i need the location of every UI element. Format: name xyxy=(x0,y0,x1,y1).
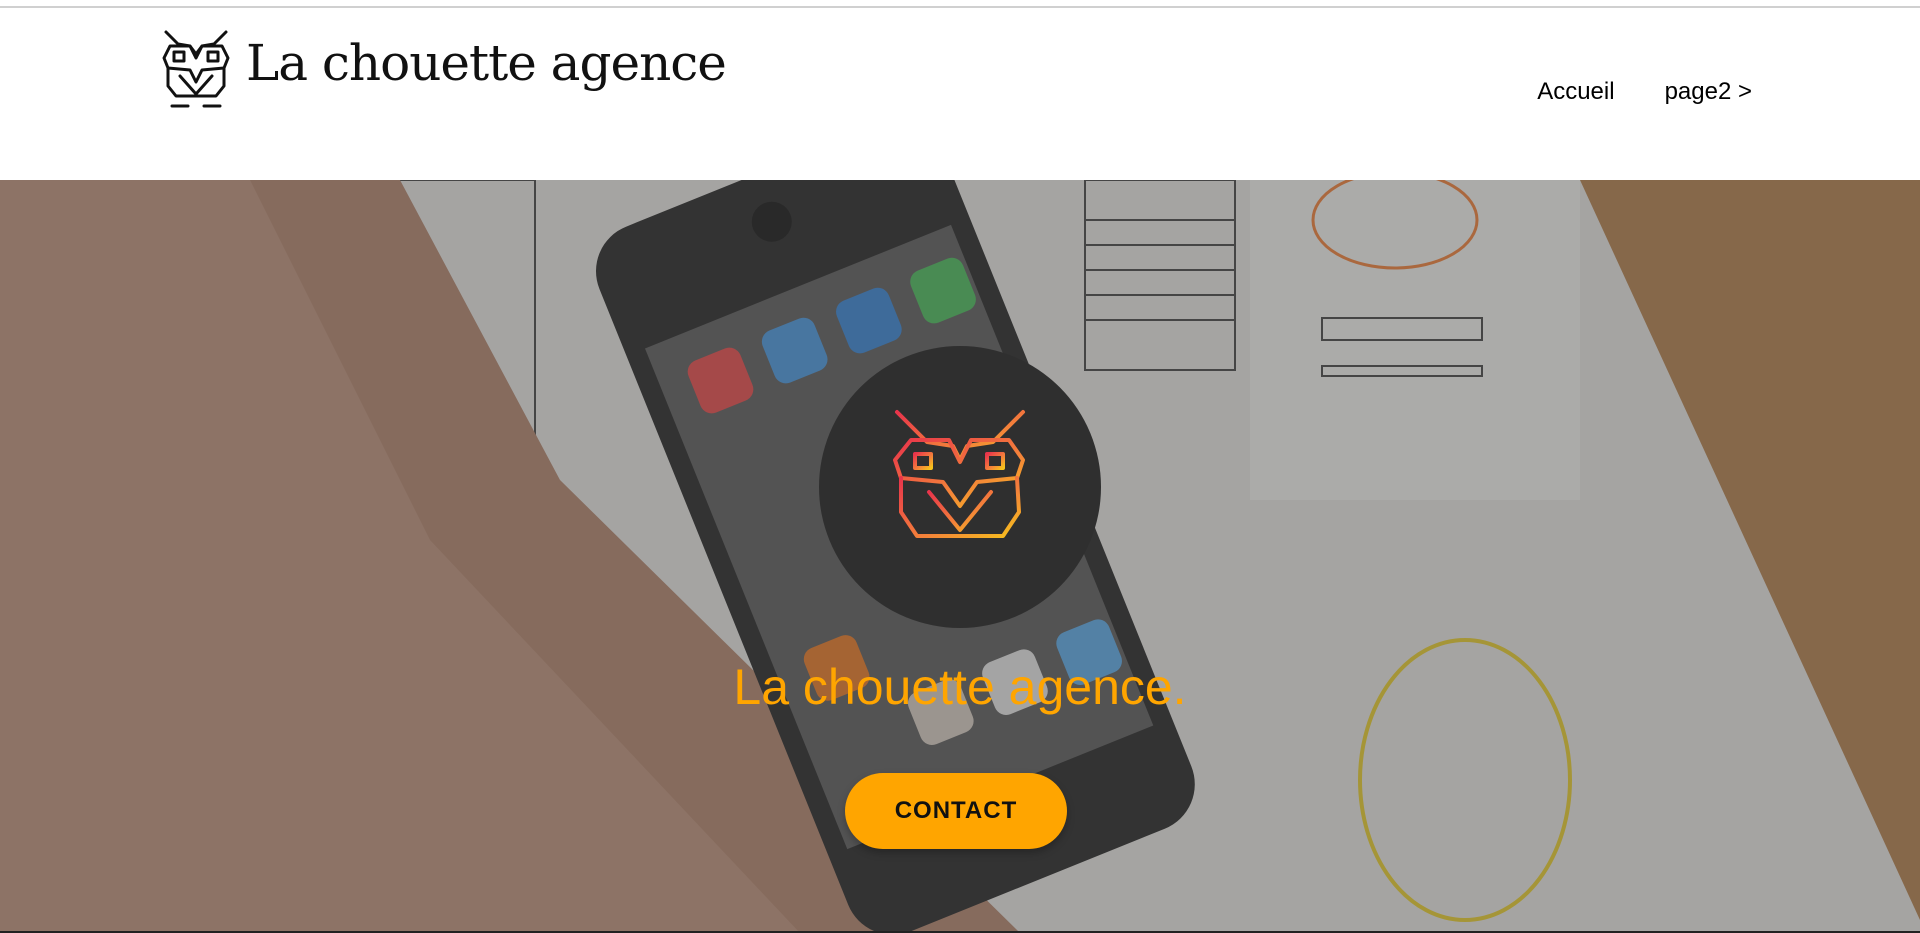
nav-link-accueil[interactable]: Accueil xyxy=(1537,78,1614,106)
nav-link-page2[interactable]: page2 > xyxy=(1665,78,1752,106)
hero-title: La chouette agence. xyxy=(733,659,1187,715)
logo-text: La chouette agence xyxy=(246,34,727,92)
hero-section: La chouette agence. CONTACT xyxy=(0,180,1920,933)
site-header: La chouette agence Accueil page2 > xyxy=(0,8,1920,180)
contact-button[interactable]: CONTACT xyxy=(845,773,1067,849)
owl-icon xyxy=(160,28,232,110)
logo-link[interactable]: La chouette agence xyxy=(160,28,727,110)
hero-badge xyxy=(819,346,1101,628)
main-nav: Accueil page2 > xyxy=(1537,78,1752,106)
